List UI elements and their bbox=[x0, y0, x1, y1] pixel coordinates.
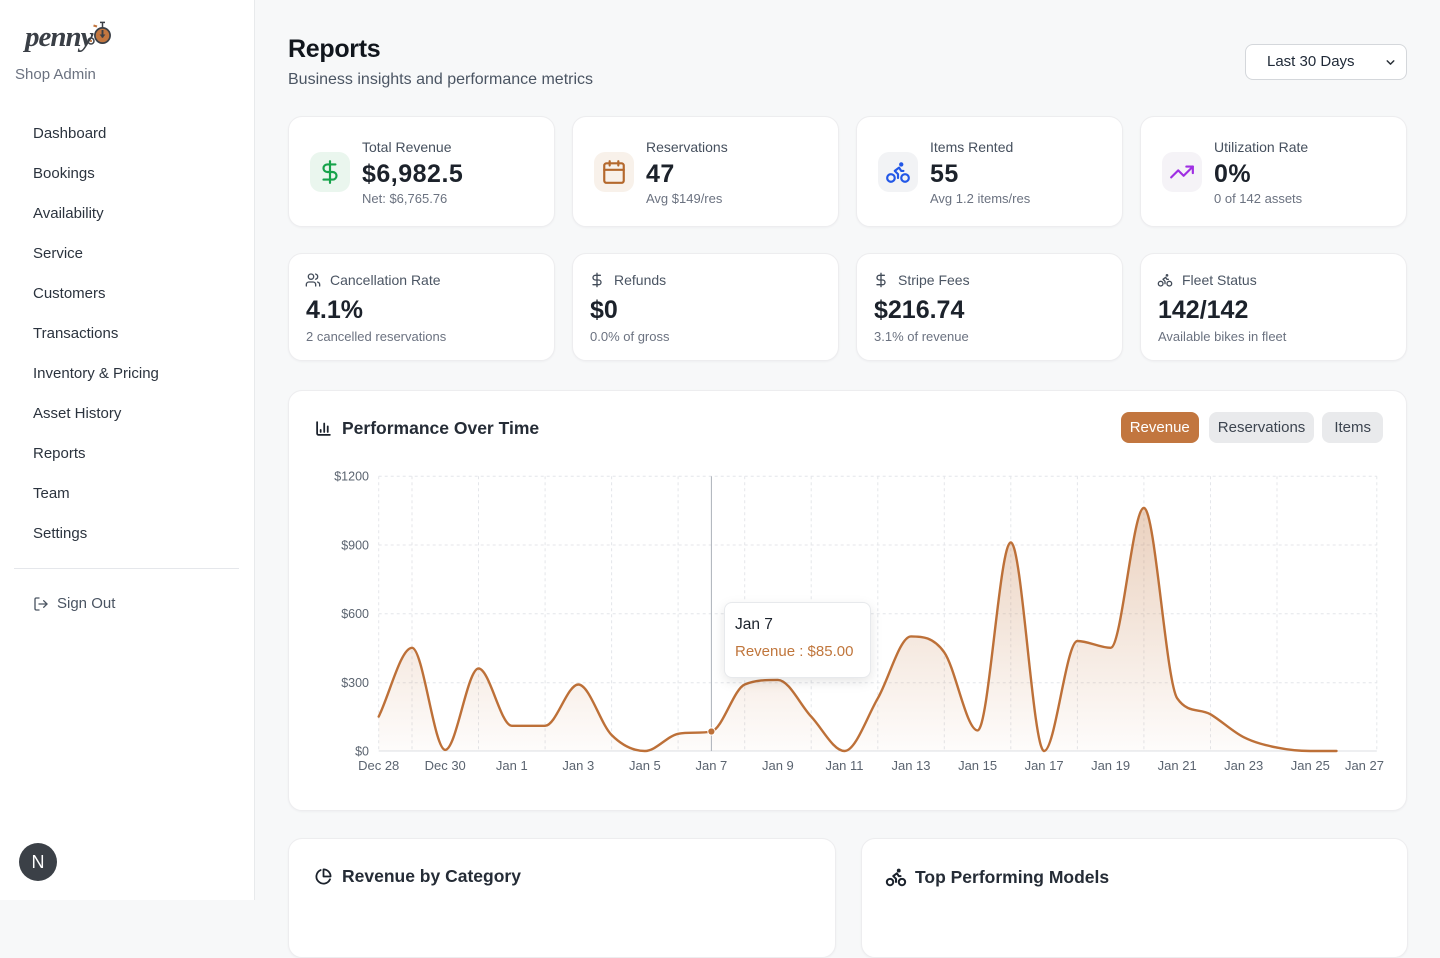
svg-text:Jan 3: Jan 3 bbox=[562, 758, 594, 773]
svg-text:$300: $300 bbox=[341, 676, 369, 690]
svg-text:Jan 9: Jan 9 bbox=[762, 758, 794, 773]
svg-text:Jan 21: Jan 21 bbox=[1158, 758, 1197, 773]
svg-text:Jan 11: Jan 11 bbox=[825, 758, 863, 773]
svg-text:Jan 27: Jan 27 bbox=[1345, 758, 1384, 773]
svg-text:$600: $600 bbox=[341, 607, 369, 621]
svg-text:Jan 25: Jan 25 bbox=[1291, 758, 1330, 773]
svg-text:Jan 13: Jan 13 bbox=[891, 758, 930, 773]
svg-text:Jan 7: Jan 7 bbox=[695, 758, 727, 773]
svg-text:Jan 19: Jan 19 bbox=[1091, 758, 1130, 773]
svg-text:$0: $0 bbox=[355, 744, 369, 758]
svg-text:Jan 17: Jan 17 bbox=[1025, 758, 1064, 773]
svg-text:penny: penny bbox=[22, 21, 94, 53]
svg-text:Jan 5: Jan 5 bbox=[629, 758, 661, 773]
svg-text:Jan 1: Jan 1 bbox=[496, 758, 528, 773]
svg-text:Jan 23: Jan 23 bbox=[1224, 758, 1263, 773]
svg-text:$1200: $1200 bbox=[334, 470, 369, 484]
svg-text:$900: $900 bbox=[341, 538, 369, 552]
svg-text:Jan 15: Jan 15 bbox=[958, 758, 997, 773]
svg-text:Dec 30: Dec 30 bbox=[425, 758, 466, 773]
svg-text:Dec 28: Dec 28 bbox=[358, 758, 399, 773]
